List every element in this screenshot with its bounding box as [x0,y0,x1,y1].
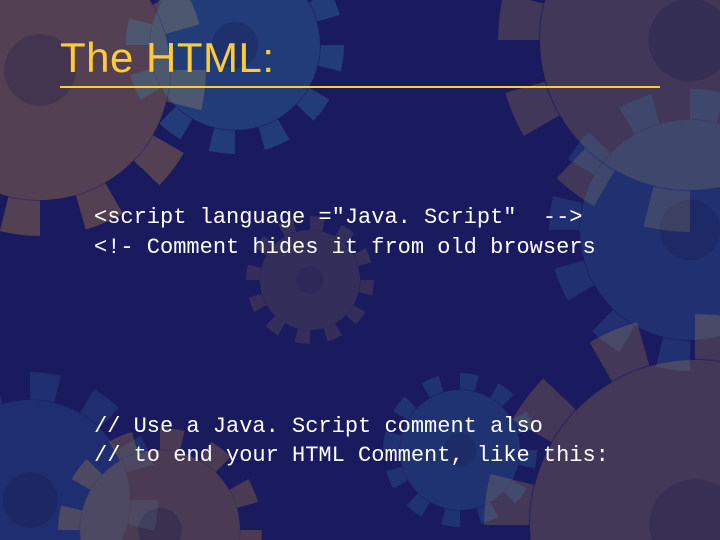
slide: The HTML: <script language ="Java. Scrip… [0,0,720,540]
slide-title: The HTML: [60,34,676,82]
code-line: // Use a Java. Script comment also [94,414,543,439]
code-body: <script language ="Java. Script" --> <!-… [94,114,676,540]
code-block-2: // Use a Java. Script comment also // to… [94,382,676,471]
code-line: // to end your HTML Comment, like this: [94,443,609,468]
code-line: <script language ="Java. Script" --> [94,205,582,230]
code-block-1: <script language ="Java. Script" --> <!-… [94,173,676,262]
code-line: <!- Comment hides it from old browsers [94,235,596,260]
title-underline [60,86,660,88]
